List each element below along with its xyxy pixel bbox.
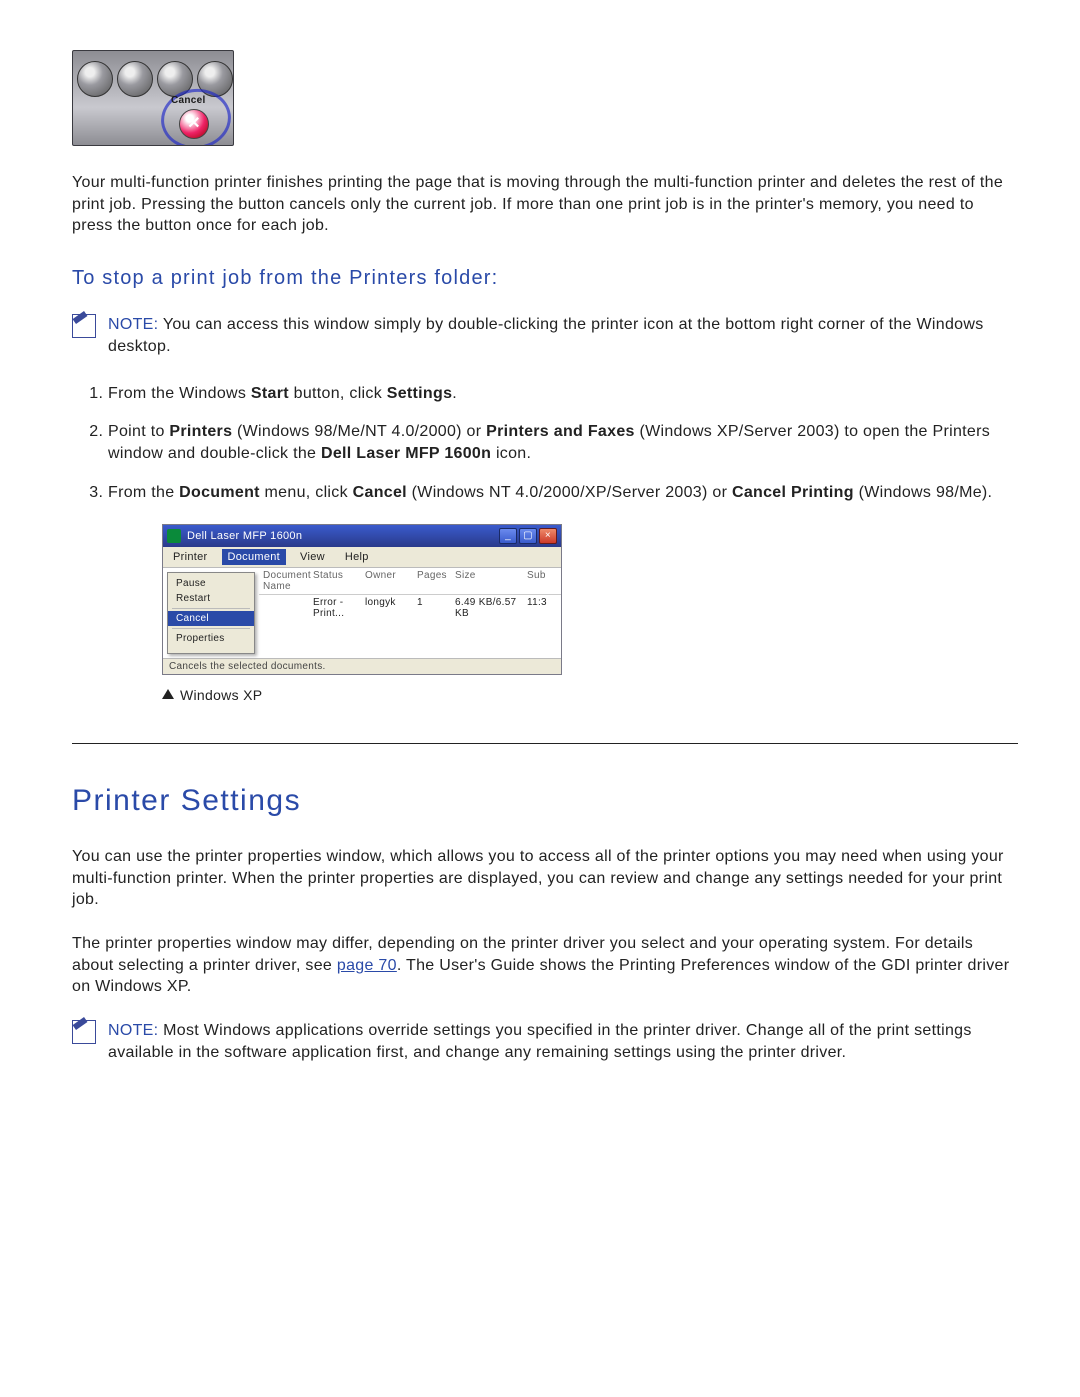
- note-icon: [72, 314, 96, 359]
- note-block: NOTE: Most Windows applications override…: [72, 1020, 1018, 1065]
- document-dropdown: Pause Restart Cancel Properties: [167, 572, 255, 654]
- statusbar: Cancels the selected documents.: [163, 658, 561, 674]
- stop-print-subheading: To stop a print job from the Printers fo…: [72, 267, 1018, 290]
- titlebar: Dell Laser MFP 1600n _ ▢ ×: [163, 525, 561, 547]
- pencil-icon: [72, 1020, 96, 1044]
- printer-settings-para-1: You can use the printer properties windo…: [72, 846, 1018, 911]
- window-content: Pause Restart Cancel Properties Document…: [163, 568, 561, 658]
- intro-paragraph: Your multi-function printer finishes pri…: [72, 172, 1018, 237]
- menu-restart: Restart: [168, 591, 254, 606]
- note-label: NOTE:: [108, 1022, 158, 1039]
- section-divider: [72, 743, 1018, 744]
- printer-settings-heading: Printer Settings: [72, 784, 1018, 818]
- menu-help: Help: [339, 549, 375, 565]
- print-queue-list: Document Name Status Owner Pages Size Su…: [259, 568, 561, 658]
- note-text: NOTE: You can access this window simply …: [108, 314, 1018, 359]
- window: Dell Laser MFP 1600n _ ▢ × Printer Docum…: [162, 524, 562, 675]
- cancel-button-figure: Cancel ✕: [72, 50, 234, 146]
- menu-cancel: Cancel: [168, 611, 254, 626]
- figure-caption: Windows XP: [162, 687, 562, 703]
- note-text: NOTE: Most Windows applications override…: [108, 1020, 1018, 1065]
- pencil-icon: [72, 314, 96, 338]
- step-3: From the Document menu, click Cancel (Wi…: [108, 482, 1018, 504]
- page-70-link[interactable]: page 70: [337, 957, 397, 974]
- menu-pause: Pause: [168, 576, 254, 591]
- step-2: Point to Printers (Windows 98/Me/NT 4.0/…: [108, 421, 1018, 466]
- printer-icon: [167, 529, 181, 543]
- list-row: Error - Print... longyk 1 6.49 KB/6.57 K…: [259, 595, 561, 621]
- menu-document: Document: [222, 549, 287, 565]
- list-header: Document Name Status Owner Pages Size Su…: [259, 568, 561, 595]
- note-body: Most Windows applications override setti…: [108, 1022, 972, 1061]
- note-icon: [72, 1020, 96, 1065]
- cancel-label: Cancel: [171, 95, 206, 106]
- step-1: From the Windows Start button, click Set…: [108, 383, 1018, 405]
- note-body: You can access this window simply by dou…: [108, 316, 984, 355]
- cancel-x-icon: ✕: [179, 109, 209, 139]
- knob-icon: [77, 61, 113, 97]
- printers-window-figure: Dell Laser MFP 1600n _ ▢ × Printer Docum…: [162, 524, 562, 703]
- steps-list: From the Windows Start button, click Set…: [72, 383, 1018, 505]
- caption-text: Windows XP: [180, 687, 262, 703]
- printer-settings-para-2: The printer properties window may differ…: [72, 933, 1018, 998]
- note-label: NOTE:: [108, 316, 158, 333]
- maximize-icon: ▢: [519, 528, 537, 544]
- menu-properties: Properties: [168, 631, 254, 646]
- minimize-icon: _: [499, 528, 517, 544]
- knob-icon: [117, 61, 153, 97]
- window-title: Dell Laser MFP 1600n: [187, 530, 499, 542]
- window-buttons: _ ▢ ×: [499, 528, 557, 544]
- triangle-icon: [162, 689, 174, 699]
- menu-view: View: [294, 549, 331, 565]
- note-block: NOTE: You can access this window simply …: [72, 314, 1018, 359]
- menu-printer: Printer: [167, 549, 214, 565]
- close-icon: ×: [539, 528, 557, 544]
- menubar: Printer Document View Help: [163, 547, 561, 568]
